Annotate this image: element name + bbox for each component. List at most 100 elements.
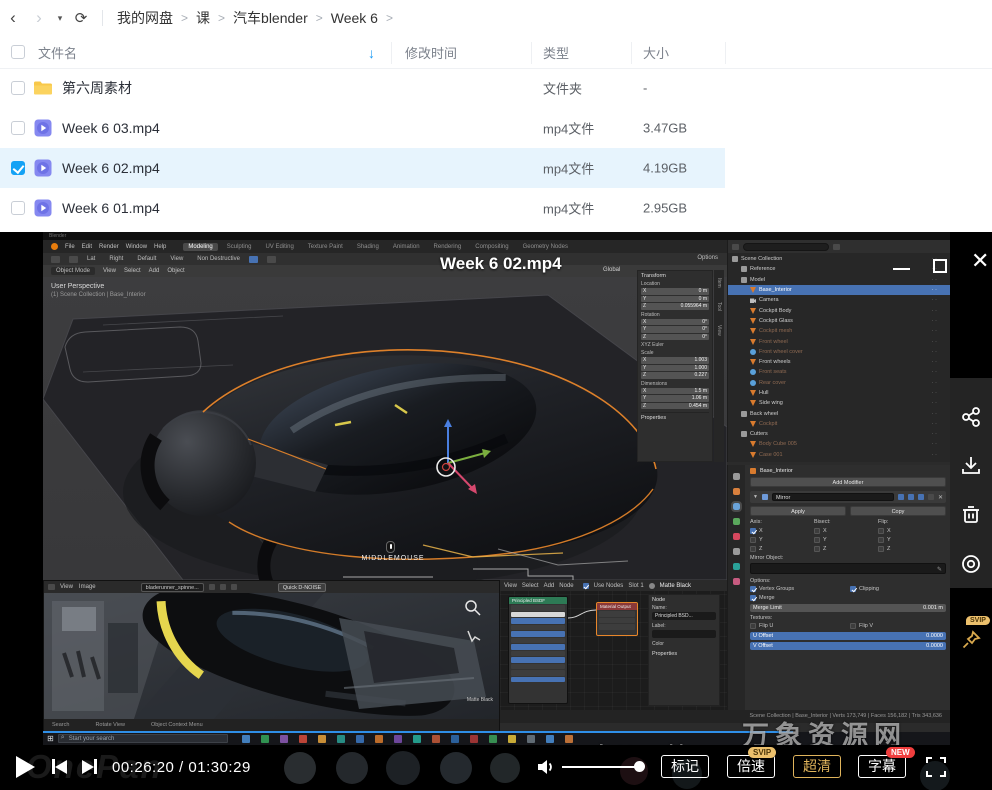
row-checkbox[interactable] <box>11 161 25 175</box>
npanel-field[interactable]: X0° <box>641 319 709 326</box>
npanel-field[interactable]: X1.5 m <box>641 388 709 395</box>
mode-selector[interactable]: Object Mode <box>51 267 95 275</box>
blender-menu-item[interactable]: File <box>65 244 75 250</box>
flip-v-checkbox[interactable] <box>850 623 856 629</box>
flip-u-checkbox[interactable] <box>750 623 756 629</box>
subtitle-button[interactable]: 字幕 <box>858 755 906 778</box>
modifier-display-toggle[interactable] <box>898 494 904 500</box>
taskbar-app-icon[interactable] <box>546 735 554 743</box>
blender-workspace-tab[interactable]: Sculpting <box>222 243 257 251</box>
column-header-name[interactable]: 文件名 <box>38 43 77 62</box>
taskbar-app-icon[interactable] <box>451 735 459 743</box>
axis-z-checkbox[interactable] <box>750 546 756 552</box>
download-icon[interactable] <box>960 454 982 476</box>
table-row[interactable]: Week 6 01.mp4 mp4文件 2.95GB <box>0 188 725 228</box>
viewport-3d[interactable]: User Perspective (1) Scene Collection | … <box>43 277 727 580</box>
properties-tab-icon[interactable] <box>733 488 740 495</box>
npanel-field[interactable]: X1.003 <box>641 357 709 364</box>
hd-button[interactable]: 超清 <box>793 755 841 778</box>
maximize-button[interactable] <box>933 259 947 273</box>
properties-tab-icon[interactable] <box>733 518 740 525</box>
table-row[interactable]: 第六周素材 文件夹 - <box>0 68 725 108</box>
taskbar-app-icon[interactable] <box>565 735 573 743</box>
viewport-options-label[interactable]: Options <box>697 255 718 261</box>
new-image-icon[interactable] <box>209 584 215 590</box>
column-header-type[interactable]: 类型 <box>543 43 569 62</box>
add-modifier-button[interactable]: Add Modifier <box>750 477 946 487</box>
taskbar-app-icon[interactable] <box>413 735 421 743</box>
taskbar-app-icon[interactable] <box>318 735 326 743</box>
copy-button[interactable]: Copy <box>850 506 946 516</box>
outliner-item[interactable]: Cockpit <box>728 419 950 429</box>
volume-icon[interactable] <box>536 758 556 781</box>
tool-chip[interactable] <box>69 256 78 263</box>
row-checkbox[interactable] <box>11 121 25 135</box>
properties-tab-icon[interactable] <box>733 503 740 510</box>
orientation-selector[interactable]: Global <box>603 267 620 273</box>
merge-limit-slider[interactable]: Merge Limit0.001 m <box>750 604 946 612</box>
outliner-search-input[interactable] <box>743 243 829 251</box>
properties-row[interactable]: Properties <box>652 651 716 657</box>
bisect-x-checkbox[interactable] <box>814 528 820 534</box>
file-name[interactable]: Week 6 03.mp4 <box>62 120 160 136</box>
viewport-menu-item[interactable]: Object <box>167 268 184 274</box>
outliner-item[interactable]: Front wheel <box>728 336 950 346</box>
delete-icon[interactable] <box>960 503 982 525</box>
blender-menu-item[interactable]: Window <box>126 244 147 250</box>
image-menu-item[interactable]: View <box>60 584 73 590</box>
node-section-title[interactable]: Node <box>652 597 716 603</box>
modifier-edit-toggle[interactable] <box>928 494 934 500</box>
taskbar-search-input[interactable]: Start your search <box>58 734 228 743</box>
fullscreen-icon[interactable] <box>925 756 947 783</box>
taskbar-app-icon[interactable] <box>375 735 383 743</box>
file-name[interactable]: Week 6 02.mp4 <box>62 160 160 176</box>
transform-panel-title[interactable]: Transform <box>641 273 709 279</box>
modifier-display-toggle[interactable] <box>908 494 914 500</box>
outliner-item[interactable]: Model <box>728 275 950 285</box>
previous-button[interactable] <box>52 759 67 774</box>
modifier-display-toggle[interactable] <box>918 494 924 500</box>
viewport-menu-item[interactable]: Select <box>124 268 141 274</box>
flip-x-checkbox[interactable] <box>878 528 884 534</box>
open-image-icon[interactable] <box>220 584 226 590</box>
npanel-field[interactable]: Y1.000 <box>641 365 709 372</box>
file-name[interactable]: Week 6 01.mp4 <box>62 200 160 216</box>
npanel-tab[interactable]: View <box>716 325 722 336</box>
blender-menu-item[interactable]: Edit <box>82 244 92 250</box>
npanel-field[interactable]: Z0.055964 m <box>641 303 709 310</box>
volume-slider-track[interactable] <box>562 766 640 768</box>
tool-chip[interactable] <box>267 256 276 263</box>
color-row[interactable]: Color <box>652 641 716 647</box>
outliner-item[interactable]: Hull <box>728 388 950 398</box>
outliner-item[interactable]: Back wheel <box>728 408 950 418</box>
modifier-close-icon[interactable]: ✕ <box>938 494 943 501</box>
toggle-chip[interactable] <box>249 256 258 263</box>
viewport-menu-item[interactable]: View <box>103 268 116 274</box>
principled-bsdf-node[interactable]: Principled BSDF <box>508 596 568 704</box>
taskbar-app-icon[interactable] <box>508 735 516 743</box>
taskbar-app-icon[interactable] <box>299 735 307 743</box>
row-checkbox[interactable] <box>11 201 25 215</box>
outliner-item[interactable]: Cockpit mesh <box>728 326 950 336</box>
axis-y-checkbox[interactable] <box>750 537 756 543</box>
viewport-menu-item[interactable]: Add <box>149 268 160 274</box>
outliner-item[interactable]: Reference <box>728 264 950 274</box>
refresh-icon[interactable]: ⟳ <box>68 9 94 27</box>
play-button[interactable] <box>16 756 35 778</box>
minimize-button[interactable] <box>893 268 910 270</box>
properties-tab-icon[interactable] <box>733 473 740 480</box>
clipping-checkbox[interactable] <box>850 586 856 592</box>
node-name-field[interactable]: Principled BSD... <box>652 612 716 620</box>
bisect-y-checkbox[interactable] <box>814 537 820 543</box>
file-name[interactable]: 第六周素材 <box>62 78 132 98</box>
material-output-node[interactable]: Material Output <box>596 602 638 636</box>
bisect-z-checkbox[interactable] <box>814 546 820 552</box>
blender-workspace-tab[interactable]: Animation <box>388 243 425 251</box>
outliner-item[interactable]: Cockpit Body <box>728 305 950 315</box>
flip-y-checkbox[interactable] <box>878 537 884 543</box>
properties-tab-icon[interactable] <box>733 563 740 570</box>
taskbar-app-icon[interactable] <box>527 735 535 743</box>
outliner-item[interactable]: Front seats <box>728 367 950 377</box>
u-offset-slider[interactable]: U Offset0.0000 <box>750 632 946 640</box>
image-editor-window[interactable]: ViewImage bladerunner_spinne... Quick D-… <box>43 580 500 732</box>
